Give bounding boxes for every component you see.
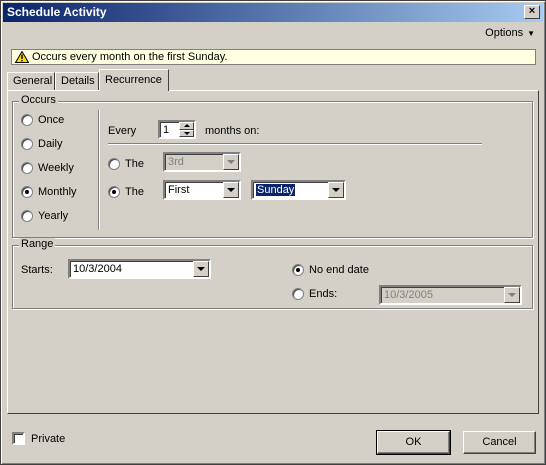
tab-details[interactable]: Details [55, 72, 99, 91]
radio-weekly[interactable]: Weekly [21, 162, 74, 174]
tab-label: Recurrence [105, 74, 162, 86]
radio-yearly[interactable]: Yearly [21, 210, 68, 222]
weekday-select[interactable]: Sunday [251, 180, 346, 200]
radio-once[interactable]: Once [21, 114, 64, 126]
starts-date-select[interactable]: 10/3/2004 [68, 259, 211, 279]
radio-dot [21, 186, 33, 198]
occurs-group: Occurs Once Daily Weekly Monthly Yearly [12, 94, 533, 238]
ok-button[interactable]: OK [376, 430, 451, 455]
radio-dot [21, 162, 33, 174]
info-text: Occurs every month on the first Sunday. [32, 51, 228, 63]
options-menu[interactable]: Options ▼ [485, 27, 535, 39]
chevron-down-icon[interactable] [504, 287, 520, 303]
months-on-label: months on: [205, 125, 260, 137]
radio-ends[interactable]: Ends: [292, 288, 337, 300]
radio-dot [108, 158, 120, 170]
radio-label: Yearly [38, 210, 69, 222]
tab-general[interactable]: General [7, 72, 55, 91]
occurs-title: Occurs [19, 94, 58, 106]
chevron-down-icon[interactable] [223, 154, 239, 170]
every-label: Every [108, 125, 137, 137]
radio-label: Daily [38, 138, 63, 150]
spin-up-icon[interactable] [179, 122, 194, 130]
window-title: Schedule Activity [7, 5, 107, 19]
cancel-button[interactable]: Cancel [463, 431, 536, 454]
ordinal-select[interactable]: First [163, 180, 241, 200]
starts-label: Starts: [21, 264, 53, 276]
radio-label: The [125, 158, 144, 170]
range-title: Range [19, 238, 56, 250]
vertical-divider [98, 110, 100, 230]
tab-label: General [13, 75, 53, 87]
weekday-value: Sunday [256, 184, 296, 196]
options-label: Options [485, 27, 524, 39]
radio-label: Once [38, 114, 65, 126]
radio-label: Ends: [309, 288, 338, 300]
warning-icon [15, 51, 29, 63]
info-bar: Occurs every month on the first Sunday. [11, 49, 536, 65]
radio-dot [21, 114, 33, 126]
chevron-down-icon[interactable] [223, 182, 239, 198]
ends-date-select[interactable]: 10/3/2005 [379, 285, 522, 305]
horizontal-divider [108, 143, 482, 145]
cancel-label: Cancel [482, 436, 517, 448]
radio-label: No end date [309, 264, 369, 276]
radio-label: Monthly [38, 186, 77, 198]
radio-the-day[interactable]: The [108, 158, 144, 170]
close-button[interactable]: × [524, 5, 540, 19]
radio-daily[interactable]: Daily [21, 138, 62, 150]
every-value: 1 [163, 124, 170, 136]
ordinal-value: First [168, 184, 190, 196]
ends-value: 10/3/2005 [384, 289, 433, 301]
private-label: Private [31, 432, 66, 445]
title-bar: Schedule Activity × [3, 3, 543, 22]
radio-dot [292, 264, 304, 276]
chevron-down-icon[interactable] [193, 261, 209, 277]
every-months-spinner[interactable]: 1 [158, 120, 196, 139]
radio-dot [108, 186, 120, 198]
radio-label: Weekly [38, 162, 74, 174]
spinner-buttons[interactable] [179, 122, 194, 137]
starts-value: 10/3/2004 [73, 263, 122, 275]
chevron-down-icon[interactable] [328, 182, 344, 198]
radio-label: The [125, 186, 144, 198]
chevron-down-icon: ▼ [527, 29, 535, 38]
tab-recurrence[interactable]: Recurrence [99, 69, 169, 91]
day-number-value: 3rd [168, 156, 184, 168]
recurrence-panel: Occurs Once Daily Weekly Monthly Yearly [7, 90, 539, 414]
spin-down-icon[interactable] [179, 129, 194, 137]
weekday-value-wrap: Sunday [256, 183, 296, 198]
radio-the-weekday[interactable]: The [108, 186, 144, 198]
checkbox-box [12, 432, 25, 445]
radio-dot [21, 138, 33, 150]
tab-label: Details [61, 75, 95, 87]
radio-monthly[interactable]: Monthly [21, 186, 77, 198]
ok-label: OK [405, 436, 422, 448]
radio-dot [292, 288, 304, 300]
schedule-activity-dialog: Schedule Activity × Options ▼ Occurs ever… [0, 0, 546, 465]
range-group: Range Starts: 10/3/2004 No end date Ends… [12, 238, 533, 309]
close-icon: × [528, 5, 536, 17]
day-number-select[interactable]: 3rd [163, 152, 241, 172]
private-checkbox[interactable]: Private [12, 432, 65, 445]
radio-dot [21, 210, 33, 222]
radio-no-end-date[interactable]: No end date [292, 264, 369, 276]
